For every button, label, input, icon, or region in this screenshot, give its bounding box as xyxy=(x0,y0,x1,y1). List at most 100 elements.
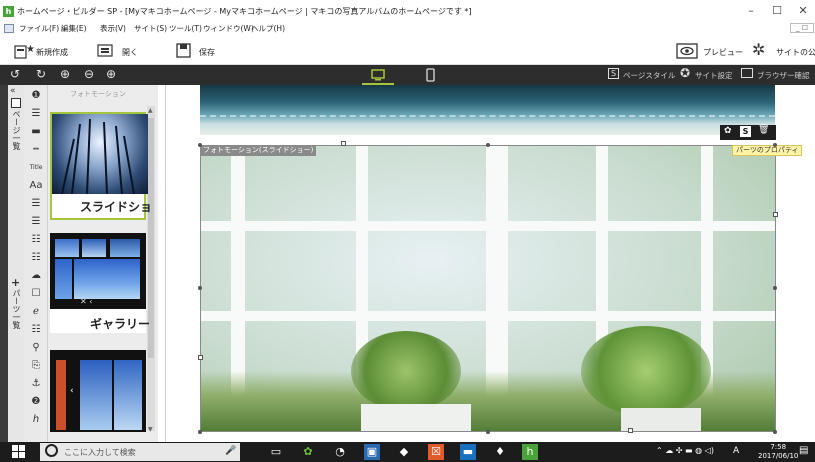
mdi-restore-button[interactable]: _ ☐ xyxy=(790,23,814,33)
search-tool-icon[interactable]: ⚲ xyxy=(28,340,44,356)
slider-thumbnail xyxy=(80,360,112,430)
window-title: ホームページ・ビルダー SP - [Myマキコホームページ - Myマキコホーム… xyxy=(17,7,472,16)
menu-site[interactable]: サイト(S) xyxy=(134,23,167,34)
table-icon[interactable]: ☷ xyxy=(28,232,44,248)
part-style-icon[interactable]: S xyxy=(740,126,751,137)
heading-icon[interactable]: ☰ xyxy=(28,106,44,122)
ime-indicator[interactable]: A xyxy=(733,446,739,456)
taskbar-clock[interactable]: 7:58 2017/06/10 xyxy=(758,443,798,461)
scroll-down-icon[interactable]: ▼ xyxy=(148,426,153,433)
undo-icon[interactable]: ↺ xyxy=(10,67,20,81)
map-icon[interactable]: ⚓ xyxy=(28,376,44,392)
new-button[interactable]: ★ 新規作成 xyxy=(12,40,68,62)
dash-line-icon[interactable]: ┅ xyxy=(28,142,44,158)
zoom-in-icon[interactable]: ⊕ xyxy=(60,67,70,81)
slideshow-part[interactable] xyxy=(200,145,776,432)
page-style-button[interactable]: S ページスタイル xyxy=(608,67,676,83)
app-icon-5[interactable]: ☒ xyxy=(428,444,444,460)
selection-dot[interactable] xyxy=(773,143,777,147)
site-settings-button[interactable]: ✪ サイト設定 xyxy=(680,66,736,83)
link-icon[interactable]: ℯ xyxy=(28,304,44,320)
title-icon[interactable]: Title xyxy=(28,160,44,176)
globe-gear-icon: ✲ xyxy=(752,40,766,59)
pc-view-tab[interactable] xyxy=(362,65,394,85)
new-label: 新規作成 xyxy=(36,48,68,57)
notification-icon[interactable]: ▤ xyxy=(799,445,808,456)
gallery-nav-icon: ✕ ‹ xyxy=(80,297,93,306)
zoom-out-icon[interactable]: ⊖ xyxy=(84,67,94,81)
menu-tools[interactable]: ツール(T) xyxy=(169,23,202,34)
app-icon-3[interactable]: ▣ xyxy=(364,444,380,460)
paragraph-icon[interactable]: ☰ xyxy=(28,196,44,212)
document-icon xyxy=(4,24,14,33)
browser-icon xyxy=(741,68,753,78)
maximize-button[interactable]: ☐ xyxy=(766,4,788,18)
pages-list-label: ページ一覧 xyxy=(12,110,21,150)
selection-dot[interactable] xyxy=(198,286,202,290)
eye-icon xyxy=(676,43,698,59)
copy-icon[interactable]: ⎘ xyxy=(28,358,44,374)
menu-edit[interactable]: 編集(E) xyxy=(61,23,87,34)
scroll-up-icon[interactable]: ▲ xyxy=(148,107,153,114)
grid-icon[interactable]: ☷ xyxy=(28,250,44,266)
zoom-reset-icon[interactable]: ⊕ xyxy=(106,67,116,81)
mic-icon[interactable]: 🎤 xyxy=(225,446,236,456)
help-icon[interactable]: ❷ xyxy=(28,394,44,410)
app-icon-6[interactable]: ▬ xyxy=(460,444,476,460)
new-page-icon: ★ xyxy=(14,44,34,59)
collapse-icon[interactable]: « xyxy=(10,86,16,96)
save-button[interactable]: 保存 xyxy=(175,40,217,62)
gallery-card[interactable]: ✕ ‹ ギャラリー xyxy=(50,233,150,333)
resize-handle[interactable] xyxy=(773,212,778,217)
plus-icon: + xyxy=(11,276,21,289)
slider-thumbnail-strip xyxy=(56,360,66,430)
hpb-taskbar-icon[interactable]: h xyxy=(522,444,538,460)
smartphone-view-tab[interactable] xyxy=(424,67,438,83)
info-icon[interactable]: ❶ xyxy=(28,88,44,104)
browser-check-button[interactable]: ブラウザー確認 xyxy=(741,67,815,83)
close-button[interactable]: ✕ xyxy=(792,4,814,18)
parts-list-tab[interactable]: + パーツ一覧 xyxy=(11,276,21,336)
gallery-icon[interactable]: ☷ xyxy=(28,322,44,338)
pages-list-tab[interactable]: ページ一覧 xyxy=(11,98,21,158)
selection-dot[interactable] xyxy=(198,143,202,147)
slideshow-card[interactable]: スライドショ xyxy=(50,112,152,220)
redo-icon[interactable]: ↻ xyxy=(36,67,46,81)
slider-card[interactable]: ‹ xyxy=(50,350,146,432)
selection-dot[interactable] xyxy=(773,286,777,290)
minimize-button[interactable]: – xyxy=(740,4,762,18)
resize-handle[interactable] xyxy=(341,141,346,146)
task-view-icon[interactable]: ▭ xyxy=(268,444,284,460)
button-icon[interactable]: ☁ xyxy=(28,268,44,284)
part-settings-icon[interactable]: ✿ xyxy=(724,126,732,136)
tray-icons[interactable]: ⌃ ☁ ✣ ▬ ◍ ◁) xyxy=(656,446,714,455)
hr-icon[interactable]: ▬ xyxy=(28,124,44,140)
text-icon[interactable]: Aa xyxy=(28,178,44,194)
menu-window[interactable]: ウィンドウ(W) xyxy=(203,23,254,34)
menu-view[interactable]: 表示(V) xyxy=(100,23,126,34)
resize-handle[interactable] xyxy=(628,428,633,433)
open-button[interactable]: 開く xyxy=(94,40,140,62)
browser-check-label: ブラウザー確認 xyxy=(757,71,810,80)
slideshow-part-tag: フォトモーション(スライドショー) xyxy=(200,145,317,156)
selection-dot[interactable] xyxy=(773,430,777,434)
app-icon-7[interactable]: ♦ xyxy=(492,444,508,460)
image-icon[interactable]: ☐ xyxy=(28,286,44,302)
preview-button[interactable]: プレビュー xyxy=(676,40,746,62)
list-icon[interactable]: ☰ xyxy=(28,214,44,230)
clock-time: 7:58 xyxy=(770,443,787,451)
publish-button[interactable]: ✲ サイトの公開 xyxy=(752,40,815,62)
trash-icon[interactable]: 🗑 xyxy=(758,125,769,135)
resize-handle[interactable] xyxy=(198,355,203,360)
app-icon-1[interactable]: ✿ xyxy=(300,444,316,460)
menu-file[interactable]: ファイル(F) xyxy=(19,23,59,34)
selection-dot[interactable] xyxy=(486,143,490,147)
menu-help[interactable]: ヘルプ(H) xyxy=(251,23,285,34)
app-icon-4[interactable]: ◆ xyxy=(396,444,412,460)
hook-icon[interactable]: ℎ xyxy=(28,412,44,428)
selection-dot[interactable] xyxy=(198,430,202,434)
app-icon-2[interactable]: ◔ xyxy=(332,444,348,460)
windows-start-icon[interactable] xyxy=(12,445,26,459)
page-style-label: ページスタイル xyxy=(623,71,676,80)
selection-dot[interactable] xyxy=(486,430,490,434)
